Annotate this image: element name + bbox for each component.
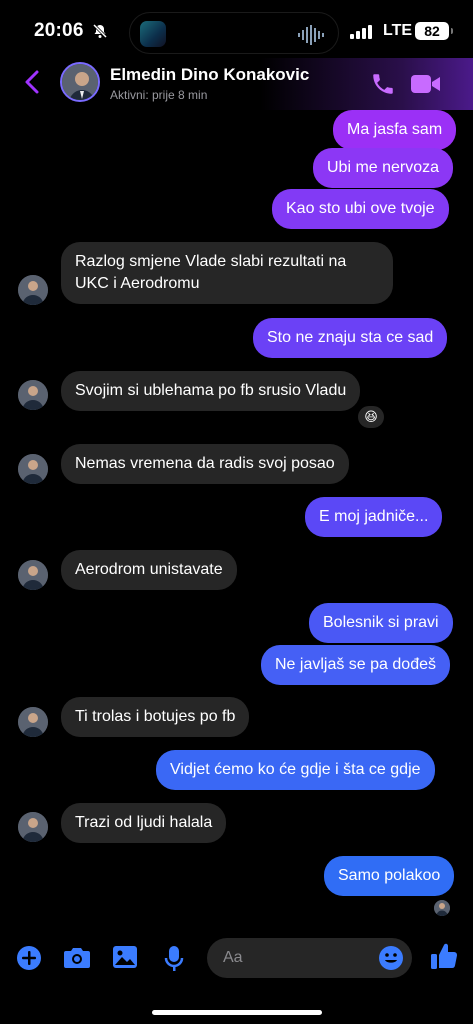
- sender-avatar[interactable]: [18, 380, 48, 410]
- message-text: Ne javljaš se pa dođeš: [275, 656, 436, 673]
- video-call-icon[interactable]: [410, 72, 442, 96]
- message-input-wrapper: [207, 938, 412, 978]
- message-text: Svojim si ublehama po fb srusio Vladu: [75, 382, 347, 399]
- message-text: Trazi od ljudi halala: [75, 814, 213, 831]
- sender-avatar[interactable]: [18, 560, 48, 590]
- message-bubble-incoming[interactable]: Razlog smjene Vlade slabi rezultati na U…: [61, 242, 393, 304]
- message-bubble-outgoing[interactable]: Ma jasfa sam: [333, 110, 457, 150]
- message-bubble-outgoing[interactable]: Kao sto ubi ove tvoje: [272, 189, 449, 229]
- emoji-icon[interactable]: [378, 945, 404, 971]
- message-text: Razlog smjene Vlade slabi rezultati na: [75, 253, 347, 270]
- back-chevron-icon[interactable]: [22, 68, 42, 96]
- message-bubble-incoming[interactable]: Ti trolas i botujes po fb: [61, 697, 250, 737]
- plus-circle-icon[interactable]: [16, 945, 42, 971]
- message-text: Ma jasfa sam: [347, 121, 443, 138]
- dynamic-island: [129, 12, 339, 54]
- sender-avatar[interactable]: [18, 707, 48, 737]
- message-text: Sto ne znaju sta ce sad: [267, 329, 434, 346]
- sender-avatar[interactable]: [18, 812, 48, 842]
- message-bubble-incoming[interactable]: Aerodrom unistavate: [61, 550, 237, 590]
- message-bubble-outgoing[interactable]: Ubi me nervoza: [313, 148, 454, 188]
- reaction-emoji[interactable]: 😆: [356, 404, 386, 430]
- network-type: LTE: [383, 22, 413, 39]
- contact-name[interactable]: Elmedin Dino Konakovic: [110, 65, 309, 85]
- battery-level: 82: [415, 22, 453, 40]
- seen-receipt-avatar: [434, 900, 450, 916]
- image-icon[interactable]: [112, 945, 138, 969]
- message-text: Bolesnik si pravi: [323, 614, 439, 631]
- message-text: Ubi me nervoza: [327, 159, 440, 176]
- message-bubble-outgoing[interactable]: Vidjet ćemo ko će gdje i šta ce gdje: [156, 750, 435, 790]
- message-text: Ti trolas i botujes po fb: [75, 708, 236, 725]
- bell-muted-icon: [92, 23, 108, 44]
- message-bubble-incoming[interactable]: Trazi od ljudi halala: [61, 803, 227, 843]
- message-bubble-outgoing[interactable]: E moj jadniče...: [305, 497, 443, 537]
- status-time: 20:06: [34, 20, 84, 41]
- home-indicator: [152, 1010, 322, 1015]
- chat-header: Elmedin Dino Konakovic Aktivni: prije 8 …: [0, 58, 473, 110]
- message-text: Aerodrom unistavate: [75, 561, 223, 578]
- app-thumbnail-icon: [140, 21, 166, 47]
- message-bubble-outgoing[interactable]: Bolesnik si pravi: [309, 603, 453, 643]
- message-input[interactable]: [223, 938, 373, 978]
- message-bubble-outgoing[interactable]: Samo polakoo: [324, 856, 455, 896]
- microphone-icon[interactable]: [163, 945, 185, 973]
- message-text: E moj jadniče...: [319, 508, 429, 525]
- audio-wave-icon: [298, 25, 324, 45]
- message-text: Vidjet ćemo ko će gdje i šta ce gdje: [170, 761, 421, 778]
- message-text: Kao sto ubi ove tvoje: [286, 200, 435, 217]
- sender-avatar[interactable]: [18, 454, 48, 484]
- message-bubble-incoming[interactable]: Nemas vremena da radis svoj posao: [61, 444, 349, 484]
- message-text: Samo polakoo: [338, 867, 441, 884]
- message-composer: [0, 935, 473, 983]
- phone-call-icon[interactable]: [370, 71, 396, 97]
- thumbs-up-icon[interactable]: [430, 941, 458, 971]
- sender-avatar[interactable]: [18, 275, 48, 305]
- message-bubble-outgoing[interactable]: Sto ne znaju sta ce sad: [253, 318, 448, 358]
- contact-avatar[interactable]: [60, 62, 100, 102]
- camera-icon[interactable]: [63, 945, 91, 971]
- contact-status: Aktivni: prije 8 min: [110, 88, 208, 102]
- message-text: UKC i Aerodromu: [75, 275, 200, 292]
- message-text: Nemas vremena da radis svoj posao: [75, 455, 335, 472]
- message-bubble-outgoing[interactable]: Ne javljaš se pa dođeš: [261, 645, 450, 685]
- signal-icon: [350, 25, 372, 39]
- status-bar: 20:06 LTE 82: [0, 0, 473, 60]
- message-bubble-incoming[interactable]: Svojim si ublehama po fb srusio Vladu: [61, 371, 361, 411]
